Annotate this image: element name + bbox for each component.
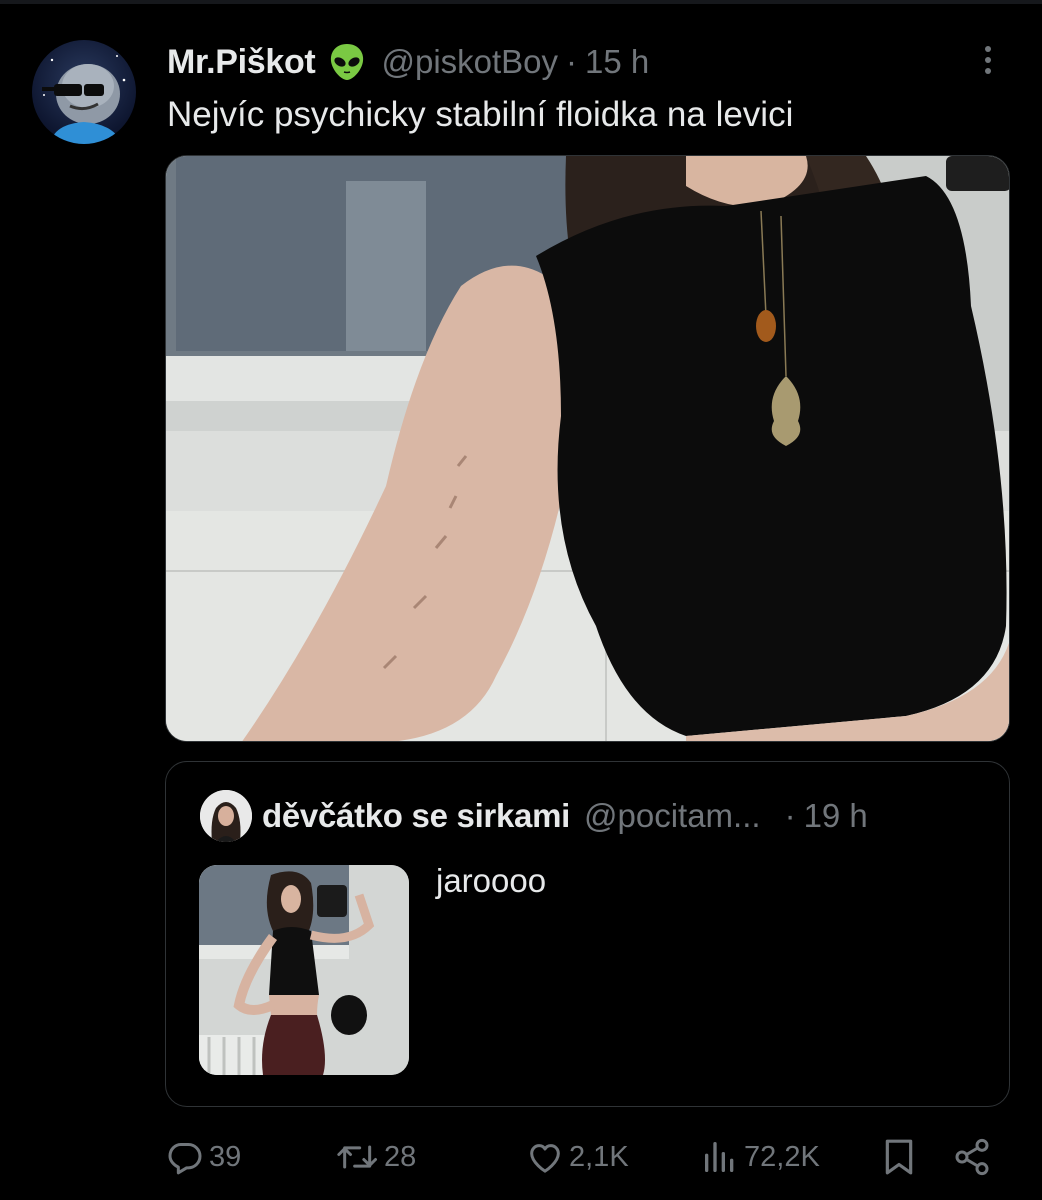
photo-image (166, 156, 1009, 741)
bookmark-icon (885, 1139, 913, 1175)
more-options-icon (985, 46, 991, 52)
author-name[interactable]: Mr.Piškot (167, 43, 316, 82)
header-separator: · (566, 43, 578, 80)
repost-count: 28 (384, 1140, 417, 1173)
share-icon (955, 1138, 989, 1176)
quoted-header-separator: · (784, 797, 796, 834)
views-button[interactable]: 72,2K (700, 1135, 820, 1179)
like-icon (530, 1144, 560, 1173)
more-options-icon (985, 68, 991, 74)
quoted-tweet-header: děvčátko se sirkami @pocitam... · 19 h (262, 794, 868, 838)
quoted-author-name[interactable]: děvčátko se sirkami (262, 797, 570, 835)
quoted-tweet-text: jaroooo (436, 862, 547, 899)
author-avatar[interactable] (32, 40, 136, 144)
repost-icon (337, 1145, 377, 1169)
top-divider (0, 0, 1042, 4)
quoted-photo-image (199, 865, 409, 1075)
tweet-time[interactable]: 15 h (585, 43, 649, 81)
reply-button[interactable]: 39 (165, 1135, 241, 1179)
share-button[interactable] (952, 1135, 992, 1179)
quoted-tweet-time[interactable]: 19 h (804, 797, 868, 835)
views-icon (705, 1142, 734, 1172)
quoted-author-avatar[interactable] (200, 790, 252, 842)
tweet-header: Mr.Piškot @piskotBoy · 15 h (167, 38, 649, 86)
bookmark-button[interactable] (881, 1135, 917, 1179)
reply-icon (168, 1143, 202, 1175)
avatar-image (42, 55, 126, 144)
author-handle[interactable]: @piskotBoy (381, 43, 558, 81)
like-count: 2,1K (569, 1140, 629, 1173)
tweet-page: Mr.Piškot @piskotBoy · 15 h Nejvíc psych… (0, 0, 1042, 1200)
views-count: 72,2K (744, 1140, 820, 1173)
alien-emoji-icon (327, 42, 367, 82)
repost-button[interactable]: 28 (336, 1135, 416, 1179)
more-options-button[interactable] (970, 40, 1006, 80)
quoted-author-handle[interactable]: @pocitam... (584, 797, 761, 835)
tweet-photo[interactable] (165, 155, 1010, 742)
more-options-icon (985, 57, 991, 63)
tweet-text: Nejvíc psychicky stabilní floidka na lev… (167, 95, 794, 134)
quoted-avatar-image (200, 790, 252, 842)
quoted-tweet-card[interactable]: děvčátko se sirkami @pocitam... · 19 h j… (165, 761, 1010, 1107)
like-button[interactable]: 2,1K (525, 1135, 629, 1179)
quoted-tweet-photo[interactable] (199, 865, 409, 1075)
reply-count: 39 (209, 1140, 242, 1173)
